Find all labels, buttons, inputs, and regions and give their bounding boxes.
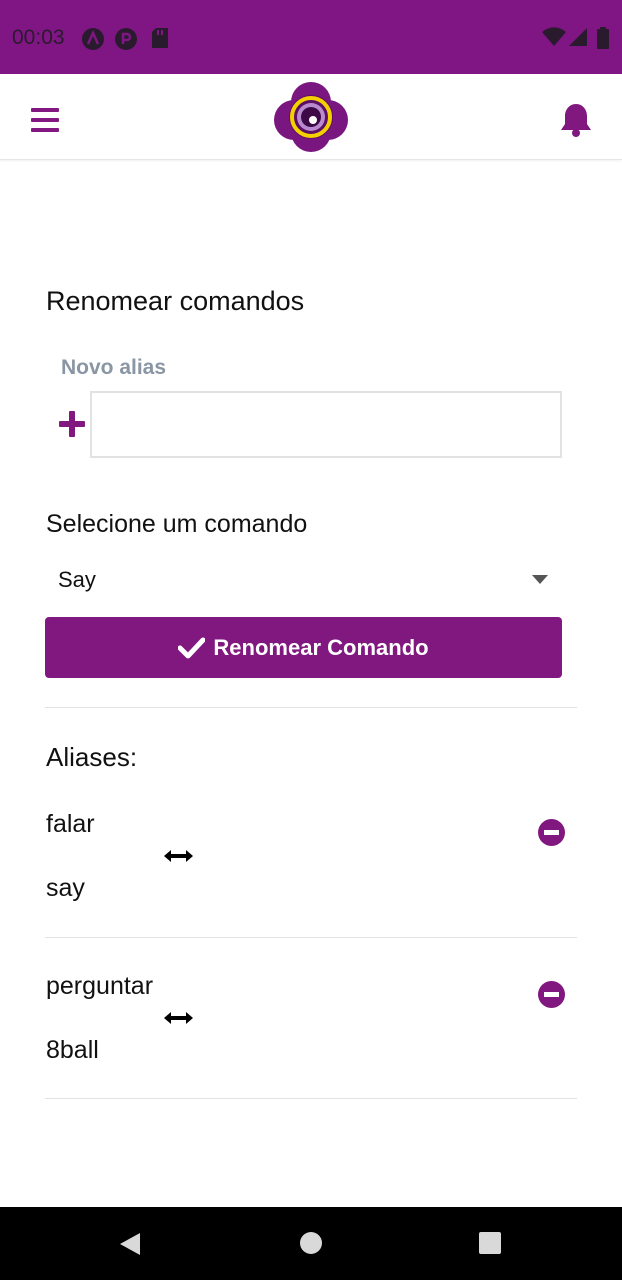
plus-icon[interactable] bbox=[59, 411, 85, 437]
status-bar: 00:03 bbox=[0, 0, 622, 74]
signal-icon bbox=[569, 28, 587, 46]
app-p-icon bbox=[115, 28, 137, 50]
app-a-icon bbox=[82, 28, 104, 50]
aliases-title: Aliases: bbox=[46, 742, 138, 772]
divider bbox=[45, 707, 577, 708]
minus-circle-icon[interactable] bbox=[538, 819, 565, 846]
alias-name: falar bbox=[46, 810, 95, 838]
minus-circle-icon[interactable] bbox=[538, 981, 565, 1008]
alias-name: perguntar bbox=[46, 972, 154, 1000]
dropdown-arrow-icon[interactable] bbox=[532, 575, 548, 585]
hamburger-menu-icon[interactable] bbox=[31, 108, 59, 132]
divider bbox=[45, 1098, 577, 1099]
battery-icon bbox=[597, 27, 609, 49]
new-alias-label: Novo alias bbox=[61, 356, 167, 379]
home-icon[interactable] bbox=[300, 1232, 322, 1254]
select-command-label: Selecione um comando bbox=[46, 510, 308, 538]
double-arrow-icon bbox=[164, 1012, 193, 1024]
command-select[interactable]: Say bbox=[58, 567, 96, 593]
double-arrow-icon bbox=[164, 850, 193, 862]
new-alias-input[interactable] bbox=[90, 391, 562, 458]
navigation-bar bbox=[0, 1207, 622, 1280]
wifi-icon bbox=[542, 27, 566, 46]
alias-command: say bbox=[46, 874, 85, 902]
alias-command: 8ball bbox=[46, 1036, 99, 1064]
recents-icon[interactable] bbox=[479, 1232, 501, 1254]
sd-card-icon bbox=[152, 28, 168, 48]
rename-command-button[interactable]: Renomear Comando bbox=[45, 617, 562, 678]
rename-command-button-label: Renomear Comando bbox=[213, 634, 429, 660]
back-icon[interactable] bbox=[119, 1232, 141, 1256]
app-logo-icon[interactable] bbox=[272, 80, 350, 154]
divider bbox=[45, 937, 577, 938]
rename-section-title: Renomear comandos bbox=[46, 286, 305, 316]
bell-icon[interactable] bbox=[559, 102, 593, 138]
status-time: 00:03 bbox=[12, 26, 65, 49]
check-icon bbox=[178, 637, 206, 658]
